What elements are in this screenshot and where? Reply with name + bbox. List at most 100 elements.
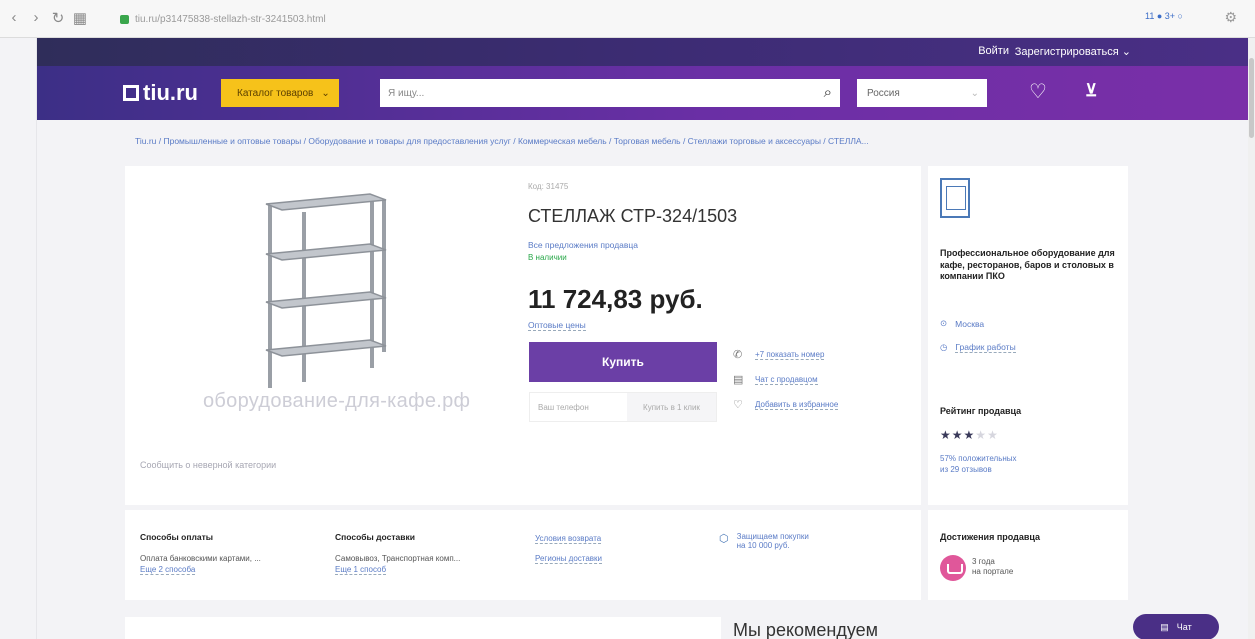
star-icon: ★ (940, 428, 952, 442)
extension-icon[interactable]: ⚙ (1224, 9, 1237, 26)
shield-icon: ⬡ (719, 533, 729, 545)
chevron-right-icon[interactable]: › (28, 9, 44, 27)
delivery-regions-link[interactable]: Регионы доставки (535, 554, 603, 564)
chat-seller-link[interactable]: ▤ Чат с продавцом (733, 367, 838, 392)
delivery-title: Способы доставки (335, 532, 415, 542)
region-value: Россия (867, 87, 900, 99)
breadcrumb[interactable]: Tiu.ru / Промышленные и оптовые товары /… (135, 136, 1125, 146)
schedule-link[interactable]: ◷ График работы (940, 342, 1016, 353)
achievement-years: 3 года (972, 557, 995, 566)
achievements-title: Достижения продавца (940, 532, 1041, 542)
protection-line2: на 10 000 руб. (736, 541, 790, 550)
rating-stars: ★★★★★ (940, 428, 999, 442)
reload-icon[interactable]: ↻ (50, 9, 66, 27)
rating-title: Рейтинг продавца (940, 406, 1022, 416)
logo-text: tiu.ru (143, 80, 198, 105)
seller-logo[interactable] (940, 178, 970, 218)
phone-input[interactable]: Ваш телефон (530, 393, 627, 421)
chat-button[interactable]: ▤ Чат (1133, 614, 1219, 639)
seller-location-text: Москва (955, 318, 985, 329)
all-offers-link[interactable]: Все предложения продавца (528, 240, 638, 250)
favorites-heart-icon[interactable]: ♡ (1029, 79, 1047, 104)
lock-icon (120, 14, 129, 24)
search-input[interactable]: Я ищу... ⌕ (380, 79, 840, 107)
terms-links: Условия возврата Регионы доставки (535, 534, 603, 564)
clock-icon: ◷ (940, 342, 948, 352)
phone-icon: ✆ (733, 349, 743, 361)
wholesale-prices-link[interactable]: Оптовые цены (528, 320, 586, 331)
payment-more-link[interactable]: Еще 2 способа (140, 565, 196, 575)
bottom-card (125, 617, 721, 639)
one-click-buy-button[interactable]: Купить в 1 клик (627, 393, 716, 421)
chevron-left-icon[interactable]: ‹ (6, 9, 22, 27)
chat-label: Чат (1176, 622, 1192, 632)
availability-status: В наличии (528, 253, 567, 262)
scrollbar-thumb[interactable] (1249, 58, 1254, 138)
payment-title: Способы оплаты (140, 532, 214, 542)
cart-icon[interactable]: ⊻ (1085, 81, 1097, 101)
region-select[interactable]: Россия ⌄ (857, 79, 987, 107)
logo-square-icon (123, 85, 139, 101)
product-code: Код: 31475 (528, 182, 569, 191)
show-number-link[interactable]: ✆ +7 показать номер (733, 342, 838, 367)
heart-icon: ♡ (733, 399, 743, 411)
browser-toolbar: ‹ › ↻ ▦ tiu.ru/p31475838-stellazh-str-32… (0, 0, 1255, 38)
site-logo[interactable]: tiu.ru (123, 80, 198, 106)
chevron-down-icon: ⌄ (321, 87, 330, 99)
url-text[interactable]: tiu.ru/p31475838-stellazh-str-3241503.ht… (135, 14, 326, 25)
report-category-link[interactable]: Сообщить о неверной категории (140, 460, 276, 470)
positive-reviews-link[interactable]: 57% положительных из 29 отзывов (940, 454, 1017, 476)
recommend-heading: Мы рекомендуем (733, 620, 879, 639)
login-link[interactable]: Войти (978, 45, 1009, 57)
schedule-label: График работы (955, 342, 1016, 353)
one-click-form: Ваш телефон Купить в 1 клик (529, 392, 717, 422)
browser-indicators[interactable]: 11 ● 3+ ○ (1145, 11, 1183, 21)
show-number-label: +7 показать номер (755, 349, 825, 360)
buy-button[interactable]: Купить (529, 342, 717, 382)
site-header: tiu.ru Каталог товаров ⌄ Я ищу... ⌕ Росс… (37, 66, 1249, 120)
scrollbar[interactable] (1248, 38, 1255, 639)
payment-text: Оплата банковскими картами, ... (140, 554, 261, 563)
seller-card: Профессиональное оборудование для кафе, … (928, 166, 1128, 505)
cake-badge-icon (940, 555, 966, 581)
star-icon: ★ (975, 428, 988, 442)
apps-icon[interactable]: ▦ (72, 9, 88, 27)
purchase-info-card: Способы оплаты Оплата банковскими картам… (125, 510, 921, 600)
star-icon: ★ (951, 428, 964, 442)
register-link[interactable]: Зарегистрироваться ⌄ (1015, 45, 1131, 58)
seller-location: ⊙ Москва (940, 318, 984, 329)
chat-seller-label: Чат с продавцом (755, 374, 818, 385)
protection-line1: Защищаем покупки (736, 532, 809, 541)
star-icon: ★ (987, 428, 999, 442)
left-gutter (0, 38, 37, 639)
product-card: оборудование-для-кафе.рф Сообщить о неве… (125, 166, 921, 505)
product-title: СТЕЛЛАЖ СТР-324/1503 (528, 206, 738, 226)
delivery-text: Самовывоз, Транспортная комп... (335, 554, 461, 563)
search-placeholder: Я ищу... (388, 87, 425, 99)
search-icon[interactable]: ⌕ (824, 84, 832, 101)
delivery-more-link[interactable]: Еще 1 способ (335, 565, 387, 575)
image-watermark: оборудование-для-кафе.рф (203, 390, 471, 412)
achievement-text: 3 года на портале (972, 557, 1013, 578)
register-label: Зарегистрироваться (1014, 46, 1119, 58)
product-image[interactable] (260, 192, 390, 392)
return-terms-link[interactable]: Условия возврата (535, 534, 602, 544)
chat-icon: ▤ (733, 374, 744, 386)
star-icon: ★ (963, 428, 976, 442)
catalog-button[interactable]: Каталог товаров ⌄ (221, 79, 339, 107)
chevron-down-icon: ⌄ (970, 87, 979, 99)
address-bar[interactable]: tiu.ru/p31475838-stellazh-str-3241503.ht… (120, 9, 1200, 29)
chat-bubble-icon: ▤ (1160, 621, 1169, 632)
browser-nav: ‹ › ↻ ▦ (6, 9, 88, 27)
catalog-label: Каталог товаров (237, 87, 314, 99)
payment-methods: Способы оплаты Оплата банковскими картам… (140, 532, 261, 575)
achievement-portal: на портале (972, 567, 1014, 577)
positive-percent: 57% положительных (940, 454, 1017, 463)
reviews-count: из 29 отзывов (940, 464, 992, 474)
add-favorites-link[interactable]: ♡ Добавить в избранное (733, 392, 839, 417)
seller-description[interactable]: Профессиональное оборудование для кафе, … (940, 248, 1120, 283)
seller-actions: ✆ +7 показать номер ▤ Чат с продавцом ♡ Доб… (733, 342, 839, 417)
location-pin-icon: ⊙ (940, 318, 948, 328)
add-favorites-label: Добавить в избранное (755, 399, 839, 410)
purchase-protection[interactable]: ⬡ Защищаем покупки на 10 000 руб. (719, 532, 809, 550)
